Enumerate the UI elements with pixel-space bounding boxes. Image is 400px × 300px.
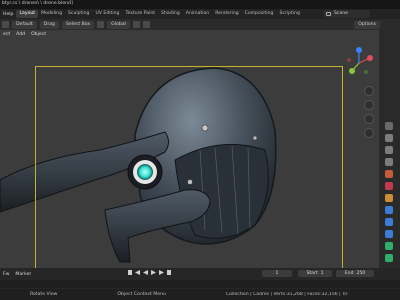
world-icon[interactable] — [385, 182, 393, 190]
zoom-icon[interactable] — [364, 86, 374, 96]
end-label: End — [344, 271, 354, 276]
data-icon[interactable] — [385, 254, 393, 262]
properties-tabs — [379, 30, 400, 268]
drag-dropdown[interactable]: Drag — [39, 20, 59, 29]
window-titlebar: btyr.cs \ drones\ \ drone.blend] — [0, 0, 400, 9]
tab-sculpting[interactable]: Sculpting — [65, 10, 92, 18]
timeline-menu-marker[interactable]: Marker — [12, 272, 34, 277]
output-icon[interactable] — [385, 146, 393, 154]
current-frame-field[interactable]: 1 — [262, 270, 292, 277]
perspective-toggle-icon[interactable] — [364, 128, 374, 138]
playback-controls — [128, 270, 171, 275]
modifier-icon[interactable] — [385, 206, 393, 214]
scene-name: Scene — [334, 11, 349, 16]
transform-orientation-dropdown[interactable]: Global — [107, 20, 130, 29]
scene-icon[interactable] — [385, 170, 393, 178]
window-title: btyr.cs \ drones\ \ drone.blend] — [2, 1, 73, 6]
tab-uv-editing[interactable]: UV Editing — [92, 10, 122, 18]
viewport-menu: ect Add Object — [0, 30, 345, 39]
3d-viewport[interactable] — [0, 30, 379, 268]
tab-rendering[interactable]: Rendering — [212, 10, 241, 18]
start-frame-field[interactable]: Start 1 — [298, 270, 332, 277]
next-keyframe-icon[interactable] — [159, 270, 164, 275]
select-box-dropdown[interactable]: Select Box — [61, 20, 95, 29]
object-icon[interactable] — [385, 194, 393, 202]
editor-type-icon[interactable] — [2, 21, 9, 28]
snap-icon[interactable] — [132, 21, 140, 28]
menu-select[interactable]: ect — [0, 32, 13, 37]
start-value: 1 — [320, 271, 324, 276]
scene-statistics: Collection | Cadres | Verts:31,268 | Fac… — [225, 292, 348, 297]
tab-animation[interactable]: Animation — [183, 10, 212, 18]
tab-layout[interactable]: Layout — [16, 10, 39, 18]
scene-selector[interactable]: Scene — [324, 10, 370, 18]
top-menubar: Help Layout Modeling Sculpting UV Editin… — [0, 9, 400, 19]
start-label: Start — [306, 271, 318, 276]
viewport-header: Default Drag Select Box Global Options — [0, 19, 400, 30]
orientation-dropdown[interactable]: Default — [12, 20, 37, 29]
transform-icon[interactable] — [97, 21, 105, 28]
jump-end-icon[interactable] — [167, 270, 171, 275]
prev-keyframe-icon[interactable] — [135, 270, 140, 275]
scene-icon — [326, 12, 331, 16]
menu-object[interactable]: Object — [28, 32, 49, 37]
menu-help[interactable]: Help — [0, 12, 16, 17]
tab-texture-paint[interactable]: Texture Paint — [122, 10, 158, 18]
menu-add[interactable]: Add — [13, 32, 28, 37]
camera-frame — [35, 66, 343, 268]
camera-view-icon[interactable] — [364, 114, 374, 124]
constraints-icon[interactable] — [385, 242, 393, 250]
timeline-editor: Fw Marker 1 Start 1 End 250 — [0, 268, 400, 289]
status-bar: Rotate View Object Context Menu Collecti… — [0, 289, 400, 300]
play-reverse-icon[interactable] — [143, 270, 148, 275]
view-layer-icon[interactable] — [385, 158, 393, 166]
timeline-ruler[interactable] — [0, 280, 400, 288]
physics-icon[interactable] — [385, 230, 393, 238]
end-frame-field[interactable]: End 250 — [336, 270, 374, 277]
tool-icon[interactable] — [385, 122, 393, 130]
options-dropdown[interactable]: Options — [354, 20, 380, 29]
render-icon[interactable] — [385, 134, 393, 142]
tab-modeling[interactable]: Modeling — [38, 10, 65, 18]
hand-pan-icon[interactable] — [364, 100, 374, 110]
status-middle-hint: Object Context Menu — [117, 292, 166, 297]
navigation-gizmo[interactable] — [342, 46, 376, 80]
tab-shading[interactable]: Shading — [158, 10, 183, 18]
jump-start-icon[interactable] — [128, 270, 132, 275]
timeline-menu-view[interactable]: Fw — [0, 272, 12, 277]
play-icon[interactable] — [151, 270, 156, 275]
tab-compositing[interactable]: Compositing — [242, 10, 277, 18]
end-value: 250 — [356, 271, 366, 276]
particles-icon[interactable] — [385, 218, 393, 226]
status-left-hint: Rotate View — [30, 292, 58, 297]
proportional-edit-icon[interactable] — [142, 21, 150, 28]
tab-scripting[interactable]: Scripting — [276, 10, 302, 18]
